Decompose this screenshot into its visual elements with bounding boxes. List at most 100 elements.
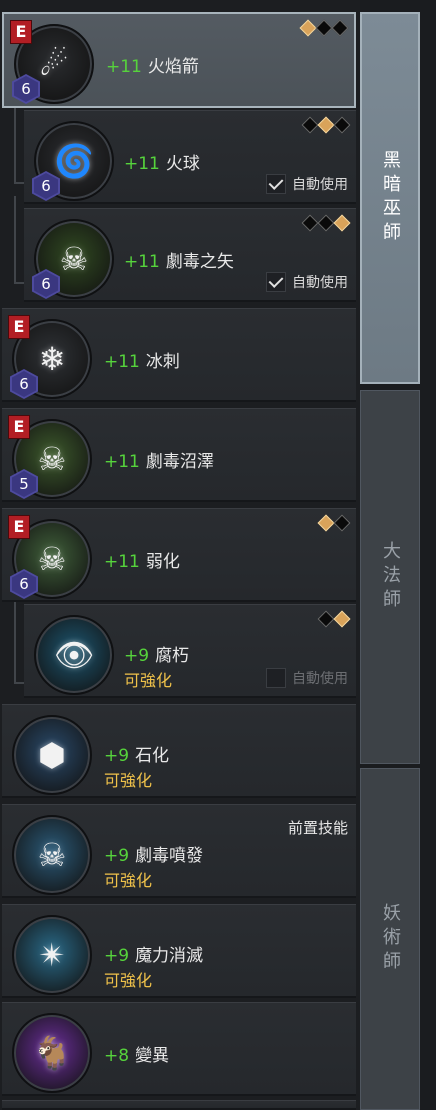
tree-connector (14, 596, 24, 684)
skill-row[interactable]: ✴ +9 魔力消滅可強化 (2, 904, 356, 998)
mutation-beast-icon: 🐐 (12, 1013, 92, 1093)
poison-skull-arrow-glyph: ☠ (59, 240, 89, 278)
skill-level: +11 (124, 154, 160, 174)
skill-name: +8 變異 (104, 1041, 169, 1066)
elite-badge: E (8, 415, 30, 439)
poison-burst-skull-glyph: ☠ (37, 836, 67, 874)
skill-level: +8 (104, 1046, 130, 1066)
skill-row[interactable]: ☄ E 6 +11 火焰箭 (2, 12, 356, 108)
skill-row[interactable]: ☠ E 6 +11 弱化 (2, 508, 356, 602)
skill-row[interactable]: 👁 +9 腐朽可強化 自動使用 (24, 604, 356, 698)
skill-name-text: 火焰箭 (147, 57, 199, 77)
skill-name-text: 石化 (135, 746, 170, 766)
weaken-skulls-glyph: ☠ (37, 540, 67, 578)
black-gem-icon (301, 214, 319, 232)
skill-name-text: 劇毒沼澤 (145, 452, 214, 472)
skill-level: +9 (104, 846, 130, 866)
tab-class-1[interactable]: 黑暗巫師 (360, 12, 420, 384)
gold-gem-icon (317, 514, 335, 532)
decay-eye-icon: 👁 (34, 615, 114, 695)
skill-name: +11 火球 (124, 149, 200, 174)
rank-number: 6 (19, 575, 29, 593)
gold-gem-icon (299, 19, 317, 37)
gem-slots (317, 610, 351, 628)
skill-name: +9 魔力消滅 (104, 941, 203, 966)
tab-label: 妖術師 (380, 903, 401, 975)
auto-use-toggle[interactable]: 自動使用 (266, 668, 348, 688)
tab-class-3[interactable]: 妖術師 (360, 768, 420, 1110)
skill-name-text: 冰刺 (145, 352, 180, 372)
skill-row[interactable]: ❄ E 6 +11 冰刺 (2, 308, 356, 402)
skill-list: ☄ E 6 +11 火焰箭 🌀 6 +11 火球 自動使用 ☠ 6 +11 劇毒之矢 自動使用 ❄ E 6 +11 冰… (0, 0, 358, 1110)
tab-class-2[interactable]: 大法師 (360, 390, 420, 764)
upgradable-label: 可強化 (104, 971, 153, 990)
skill-name: +9 石化 (104, 741, 169, 766)
skill-name: +11 劇毒之矢 (124, 247, 234, 272)
skill-name-text: 腐朽 (155, 646, 190, 666)
rank-number: 6 (19, 375, 29, 393)
black-gem-icon (331, 19, 349, 37)
gem-slots (317, 514, 351, 532)
elite-badge: E (8, 315, 30, 339)
tree-connector (14, 96, 24, 184)
auto-use-checkbox[interactable] (266, 272, 286, 292)
black-gem-icon (315, 19, 333, 37)
upgradable-label: 可強化 (104, 771, 153, 790)
gem-slots (301, 116, 351, 134)
ice-spike-glyph: ❄ (38, 340, 66, 378)
black-gem-icon (333, 116, 351, 134)
gem-slots (301, 214, 351, 232)
poison-burst-skull-icon: ☠ (12, 815, 92, 895)
skill-level: +9 (104, 746, 130, 766)
skill-row[interactable]: 🌀 6 +11 火球自動使用 (24, 110, 356, 204)
upgradable-label: 可強化 (104, 871, 153, 890)
skill-row[interactable]: ☠ 6 +11 劇毒之矢自動使用 (24, 208, 356, 302)
skill-level: +11 (104, 552, 140, 572)
prerequisite-label: 前置技能 (287, 819, 348, 837)
elite-badge: E (10, 20, 32, 44)
fireball-swirl-glyph: 🌀 (54, 142, 94, 180)
petrify-rock-glyph: ⬢ (38, 736, 66, 774)
auto-use-checkbox[interactable] (266, 668, 286, 688)
skill-name: +11 劇毒沼澤 (104, 447, 214, 472)
black-gem-icon (317, 610, 335, 628)
gem-slots (299, 19, 349, 37)
fire-arrows-glyph: ☄ (39, 45, 69, 83)
auto-use-label: 自動使用 (292, 177, 348, 193)
skill-row[interactable]: ☠ E 5 +11 劇毒沼澤 (2, 408, 356, 502)
skill-row[interactable]: ☠ +9 劇毒噴發可強化 前置技能 (2, 804, 356, 898)
auto-use-toggle[interactable]: 自動使用 (266, 272, 348, 292)
mana-burn-glyph: ✴ (38, 936, 66, 974)
skill-name: +9 劇毒噴發 (104, 841, 203, 866)
rank-number: 6 (41, 275, 51, 293)
tab-label: 大法師 (380, 541, 401, 613)
black-gem-icon (317, 214, 335, 232)
auto-use-checkbox[interactable] (266, 174, 286, 194)
gold-gem-icon (333, 610, 351, 628)
skill-row-partial[interactable] (2, 1100, 356, 1110)
skill-name-text: 魔力消滅 (135, 946, 204, 966)
rank-number: 5 (19, 475, 29, 493)
elite-badge: E (8, 515, 30, 539)
skill-level: +11 (104, 352, 140, 372)
rank-number: 6 (21, 80, 31, 98)
mana-burn-icon: ✴ (12, 915, 92, 995)
class-tabs: 黑暗巫師大法師妖術師 (360, 0, 436, 1110)
auto-use-toggle[interactable]: 自動使用 (266, 174, 348, 194)
poison-swamp-skull-glyph: ☠ (37, 440, 67, 478)
upgradable-label: 可強化 (124, 671, 173, 690)
gold-gem-icon (317, 116, 335, 134)
skill-name: +11 火焰箭 (106, 52, 199, 77)
skill-level: +9 (124, 646, 150, 666)
skill-name-text: 火球 (165, 154, 200, 174)
auto-use-label: 自動使用 (292, 671, 348, 687)
rank-number: 6 (41, 177, 51, 195)
skill-name: +11 弱化 (104, 547, 180, 572)
skill-name-text: 劇毒之矢 (165, 252, 234, 272)
skill-row[interactable]: ⬢ +9 石化可強化 (2, 704, 356, 798)
skill-level: +11 (124, 252, 160, 272)
skill-name-text: 弱化 (145, 552, 180, 572)
skill-row[interactable]: 🐐 +8 變異 (2, 1002, 356, 1096)
tree-connector (14, 196, 24, 284)
skill-name: +9 腐朽 (124, 641, 189, 666)
